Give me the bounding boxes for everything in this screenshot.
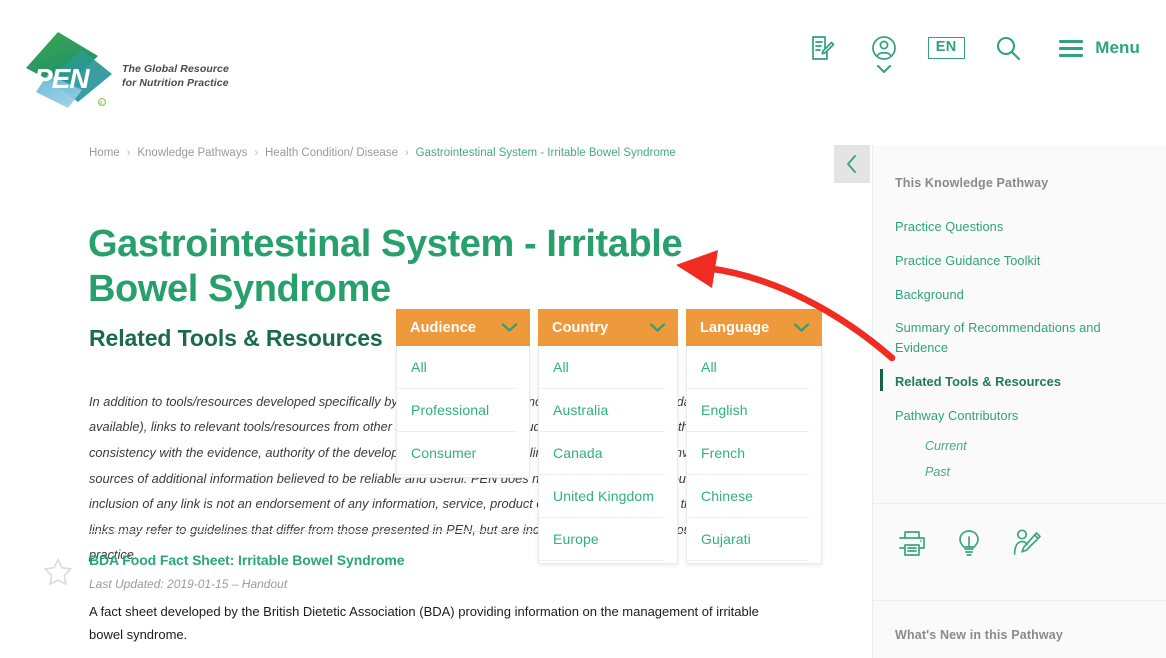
section-title: Related Tools & Resources — [89, 325, 383, 352]
chevron-down-icon — [501, 322, 518, 333]
lightbulb-idea-icon[interactable] — [954, 528, 984, 558]
result-item: BDA Food Fact Sheet: Irritable Bowel Syn… — [42, 552, 802, 647]
sidebar-item-pathway-contributors[interactable]: Pathway Contributors — [895, 399, 1144, 433]
chevron-down-icon[interactable] — [876, 64, 892, 74]
filter-option[interactable]: All — [539, 346, 665, 389]
menu-label: Menu — [1095, 38, 1140, 57]
sidebar: This Knowledge Pathway Practice Question… — [872, 145, 1166, 658]
filter-option[interactable]: Professional — [397, 389, 517, 432]
sidebar-heading: This Knowledge Pathway — [895, 176, 1049, 190]
filter-audience-menu: All Professional Consumer — [396, 346, 530, 478]
header-actions: EN Menu — [791, 26, 1140, 73]
filter-language: Language All English French Chinese Guja… — [686, 309, 822, 564]
chevron-down-icon — [793, 322, 810, 333]
sidebar-item-related-tools-resources[interactable]: Related Tools & Resources — [880, 365, 1144, 399]
result-body: BDA Food Fact Sheet: Irritable Bowel Syn… — [89, 552, 802, 647]
breadcrumb-separator: › — [254, 147, 258, 159]
sidebar-action-icons — [873, 504, 1166, 582]
filter-option[interactable]: Gujarati — [687, 518, 809, 561]
breadcrumb-item-knowledge-pathways[interactable]: Knowledge Pathways — [137, 147, 247, 159]
svg-text:R: R — [100, 100, 103, 105]
pen-logo[interactable]: PEN R — [20, 30, 120, 110]
tagline-line-1: The Global Resource — [122, 63, 229, 75]
breadcrumb-item-home[interactable]: Home — [89, 147, 120, 159]
filter-language-toggle[interactable]: Language — [686, 309, 822, 346]
sidebar-item-practice-guidance-toolkit[interactable]: Practice Guidance Toolkit — [895, 244, 1144, 278]
filter-audience: Audience All Professional Consumer — [396, 309, 530, 478]
bookmark-star-icon[interactable] — [42, 556, 74, 588]
language-code-label: EN — [927, 36, 965, 60]
filter-option[interactable]: French — [687, 432, 809, 475]
breadcrumb-separator: › — [126, 147, 131, 159]
sidebar-nav: Practice Questions Practice Guidance Too… — [880, 210, 1144, 485]
hamburger-menu-icon[interactable]: Menu — [1039, 26, 1140, 70]
sidebar-item-background[interactable]: Background — [895, 278, 1144, 312]
site-header: PEN R The Global Resource for Nutrition … — [0, 0, 1166, 130]
filter-option[interactable]: United Kingdom — [539, 475, 665, 518]
chevron-down-icon — [649, 322, 666, 333]
search-icon[interactable] — [977, 26, 1039, 70]
filter-option[interactable]: Consumer — [397, 432, 517, 475]
note-edit-icon[interactable] — [791, 26, 853, 70]
sidebar-top-section: This Knowledge Pathway Practice Question… — [873, 145, 1166, 485]
logo-tagline: The Global Resource for Nutrition Practi… — [122, 62, 242, 90]
result-meta: Last Updated: 2019-01-15 – Handout — [89, 577, 288, 591]
print-icon[interactable] — [897, 528, 927, 558]
filter-audience-label: Audience — [410, 319, 477, 336]
page-root: PEN R The Global Resource for Nutrition … — [0, 0, 1166, 658]
breadcrumb: Home › Knowledge Pathways › Health Condi… — [89, 147, 676, 159]
filter-option[interactable]: Chinese — [687, 475, 809, 518]
sidebar-whats-new-heading: What's New in this Pathway — [895, 627, 1064, 642]
filter-option[interactable]: All — [687, 346, 809, 389]
language-selector[interactable]: EN — [915, 26, 977, 70]
filter-option[interactable]: All — [397, 346, 517, 389]
chevron-left-icon — [847, 155, 856, 173]
breadcrumb-item-current: Gastrointestinal System - Irritable Bowe… — [415, 147, 676, 159]
filter-language-menu: All English French Chinese Gujarati — [686, 346, 822, 564]
filter-option[interactable]: Australia — [539, 389, 665, 432]
filter-dropdowns: Audience All Professional Consumer Count… — [396, 309, 822, 564]
sidebar-item-practice-questions[interactable]: Practice Questions — [895, 210, 1144, 244]
filter-option[interactable]: English — [687, 389, 809, 432]
sidebar-subitem-current[interactable]: Current — [895, 433, 1144, 459]
filter-country-menu: All Australia Canada United Kingdom Euro… — [538, 346, 678, 564]
breadcrumb-separator: › — [404, 147, 409, 159]
filter-language-label: Language — [700, 319, 770, 336]
filter-option[interactable]: Europe — [539, 518, 665, 561]
page-title: Gastrointestinal System - Irritable Bowe… — [88, 223, 683, 310]
user-account-icon[interactable] — [853, 26, 915, 73]
svg-text:PEN: PEN — [34, 63, 90, 94]
filter-audience-toggle[interactable]: Audience — [396, 309, 530, 346]
breadcrumb-item-health-condition[interactable]: Health Condition/ Disease — [265, 147, 398, 159]
filter-country-label: Country — [552, 319, 609, 336]
sidebar-item-summary-recommendations[interactable]: Summary of Recommendations and Evidence — [895, 311, 1144, 365]
sidebar-subitem-past[interactable]: Past — [895, 459, 1144, 485]
filter-option[interactable]: Canada — [539, 432, 665, 475]
contributor-edit-icon[interactable] — [1011, 528, 1043, 558]
tagline-line-2: for Nutrition Practice — [122, 77, 229, 90]
burger-lines — [1059, 39, 1084, 57]
result-description: A fact sheet developed by the British Di… — [89, 604, 759, 642]
filter-country-toggle[interactable]: Country — [538, 309, 678, 346]
filter-country: Country All Australia Canada United King… — [538, 309, 678, 564]
sidebar-collapse-button[interactable] — [834, 145, 870, 183]
